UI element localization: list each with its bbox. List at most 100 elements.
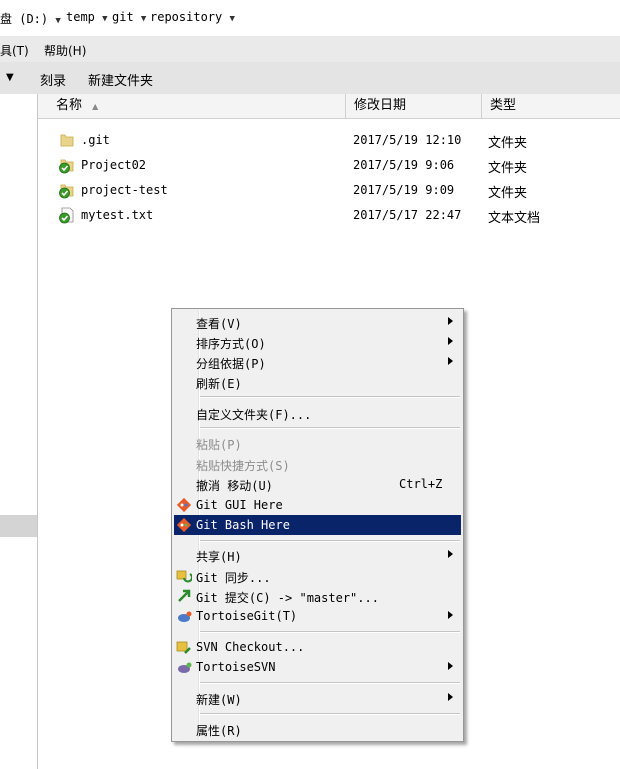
svn-checkout-icon: [176, 641, 191, 654]
menu-item-shortcut: Ctrl+Z: [399, 477, 443, 491]
folder-icon: [60, 134, 74, 147]
column-type-label: 类型: [490, 98, 517, 113]
menu-item-refresh[interactable]: 刷新(E): [174, 372, 461, 392]
menu-item-label: Git 提交(C) -> "master"...: [196, 591, 379, 605]
menu-item-label: 查看(V): [196, 317, 242, 331]
menu-item-label: Git Bash Here: [196, 518, 290, 532]
breadcrumb-temp[interactable]: temp ▼: [66, 10, 108, 24]
chevron-down-icon[interactable]: ▼: [102, 14, 107, 24]
menu-separator: [200, 682, 460, 684]
menu-item-git-bash[interactable]: Git Bash Here: [174, 515, 461, 535]
menu-item-label: 共享(H): [196, 550, 242, 564]
file-type: 文件夹: [488, 186, 528, 201]
tortoisegit-icon: [178, 611, 192, 622]
column-modified-label: 修改日期: [354, 98, 407, 113]
breadcrumb-repository-label: repository: [150, 10, 223, 24]
file-row[interactable]: Project02 2017/5/19 9:06 文件夹: [38, 153, 620, 177]
menu-separator: [200, 427, 460, 429]
toolbar: ▼ 刻录 新建文件夹: [0, 62, 620, 95]
menu-item-label: 排序方式(O): [196, 337, 266, 351]
menu-item-tortoisesvn[interactable]: TortoiseSVN: [174, 657, 461, 677]
menu-item-label: 粘贴(P): [196, 438, 242, 452]
menu-item-svn-checkout[interactable]: SVN Checkout...: [174, 637, 461, 657]
file-date: 2017/5/19 9:09: [353, 183, 455, 197]
breadcrumb-temp-label: temp: [66, 10, 95, 24]
column-type[interactable]: 类型: [482, 94, 620, 118]
tortoisegit-file-icon: [59, 207, 74, 224]
menu-item-label: Git 同步...: [196, 571, 271, 585]
column-name[interactable]: 名称 ▲: [38, 94, 346, 118]
submenu-arrow-icon: [448, 317, 453, 325]
submenu-arrow-icon: [448, 550, 453, 558]
menu-separator: [200, 713, 460, 715]
breadcrumb-git[interactable]: git ▼: [112, 10, 146, 24]
menu-item-customize-folder[interactable]: 自定义文件夹(F)...: [174, 403, 461, 423]
menu-item-group-by[interactable]: 分组依据(P): [174, 352, 461, 372]
breadcrumb-drive[interactable]: 盘 (D:) ▼: [0, 10, 61, 27]
context-menu: 查看(V) 排序方式(O) 分组依据(P) 刷新(E) 自定义文件夹(F)...…: [171, 308, 464, 742]
chevron-down-icon[interactable]: ▼: [55, 16, 60, 26]
git-commit-icon: [178, 589, 191, 602]
menu-help[interactable]: 帮助(H): [44, 42, 86, 59]
menu-separator: [200, 540, 460, 542]
column-header: 名称 ▲ 修改日期 类型: [38, 94, 620, 119]
breadcrumb-git-label: git: [112, 10, 134, 24]
navigation-pane[interactable]: [0, 94, 38, 769]
git-bash-icon: [176, 517, 192, 533]
menu-item-label: TortoiseGit(T): [196, 609, 298, 623]
file-row[interactable]: project-test 2017/5/19 9:09 文件夹: [38, 178, 620, 202]
tortoisegit-folder-icon: [59, 184, 74, 199]
file-row[interactable]: .git 2017/5/19 12:10 文件夹: [38, 128, 620, 152]
menu-item-label: 撤消 移动(U): [196, 479, 273, 493]
file-type: 文本文档: [488, 211, 541, 226]
file-date: 2017/5/19 12:10: [353, 133, 462, 147]
file-type: 文件夹: [488, 161, 528, 176]
menu-item-label: Git GUI Here: [196, 498, 283, 512]
menu-item-paste-shortcut: 粘贴快捷方式(S): [174, 454, 461, 474]
git-sync-icon: [176, 570, 192, 583]
menu-item-git-commit[interactable]: Git 提交(C) -> "master"...: [174, 586, 461, 606]
menu-separator: [200, 396, 460, 398]
menu-item-paste: 粘贴(P): [174, 433, 461, 453]
submenu-arrow-icon: [448, 337, 453, 345]
sort-ascending-icon: ▲: [92, 102, 99, 111]
menu-separator: [200, 631, 460, 633]
menu-item-tortoisegit[interactable]: TortoiseGit(T): [174, 606, 461, 626]
file-date: 2017/5/19 9:06: [353, 158, 455, 172]
submenu-arrow-icon: [448, 357, 453, 365]
breadcrumb-repository[interactable]: repository ▼: [150, 10, 235, 24]
menu-item-new[interactable]: 新建(W): [174, 688, 461, 708]
breadcrumb-drive-label: 盘 (D:): [0, 12, 49, 26]
menu-item-label: 属性(R): [196, 724, 242, 738]
chevron-down-icon[interactable]: ▼: [141, 14, 146, 24]
menu-item-label: 新建(W): [196, 693, 242, 707]
toolbar-dropdown-arrow-icon[interactable]: ▼: [6, 72, 14, 83]
new-folder-button[interactable]: 新建文件夹: [88, 70, 153, 89]
menu-tools[interactable]: 具(T): [0, 42, 29, 59]
menu-item-sort-by[interactable]: 排序方式(O): [174, 332, 461, 352]
menu-item-git-gui[interactable]: Git GUI Here: [174, 495, 461, 515]
menu-item-label: 刷新(E): [196, 377, 242, 391]
menu-item-git-sync[interactable]: Git 同步...: [174, 566, 461, 586]
file-row[interactable]: mytest.txt 2017/5/17 22:47 文本文档: [38, 203, 620, 227]
address-bar[interactable]: 盘 (D:) ▼ temp ▼ git ▼ repository ▼: [0, 0, 620, 37]
menu-item-label: TortoiseSVN: [196, 660, 276, 674]
menu-item-label: SVN Checkout...: [196, 640, 305, 654]
menu-item-view[interactable]: 查看(V): [174, 312, 461, 332]
burn-button[interactable]: 刻录: [40, 70, 66, 89]
submenu-arrow-icon: [448, 662, 453, 670]
menu-item-properties[interactable]: 属性(R): [174, 719, 461, 739]
navigation-pane-selected-item[interactable]: [0, 515, 37, 537]
chevron-down-icon[interactable]: ▼: [229, 14, 234, 24]
menu-item-share[interactable]: 共享(H): [174, 545, 461, 565]
file-name: mytest.txt: [81, 208, 154, 222]
submenu-arrow-icon: [448, 693, 453, 701]
column-modified[interactable]: 修改日期: [346, 94, 482, 118]
submenu-arrow-icon: [448, 611, 453, 619]
tortoisesvn-icon: [178, 662, 192, 673]
menu-bar: 具(T) 帮助(H): [0, 36, 620, 62]
menu-item-label: 自定义文件夹(F)...: [196, 408, 312, 422]
file-date: 2017/5/17 22:47: [353, 208, 462, 222]
file-name: Project02: [81, 158, 147, 172]
menu-item-undo-move[interactable]: 撤消 移动(U) Ctrl+Z: [174, 474, 461, 494]
